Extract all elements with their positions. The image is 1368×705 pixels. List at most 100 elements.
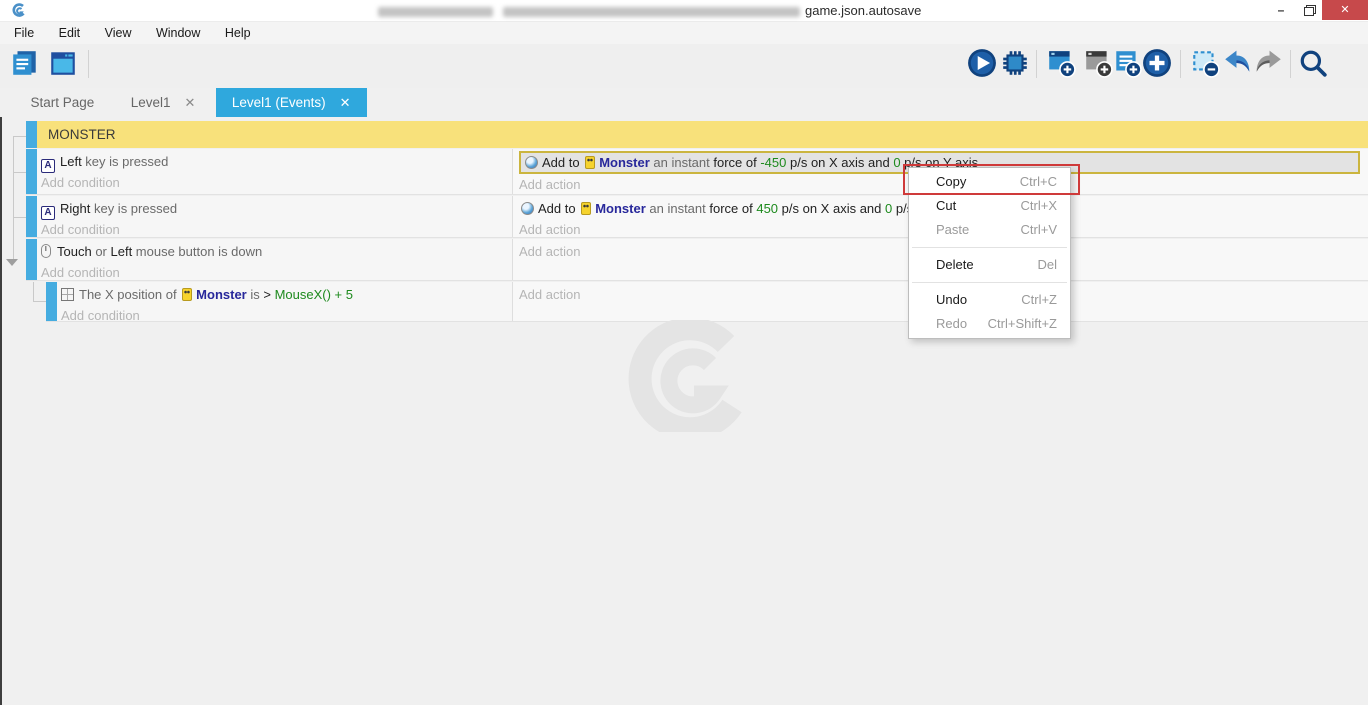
menu-item-shortcut: Ctrl+C [1020,170,1057,194]
toolbar-separator [88,50,89,78]
conditions-cell[interactable]: ALeft key is pressed Add condition [37,149,513,194]
context-menu-item-copy[interactable]: Copy Ctrl+C [909,170,1070,194]
menu-file[interactable]: File [4,22,44,44]
toolbar-separator [1180,50,1181,78]
close-tab-icon[interactable]: ✕ [185,95,196,110]
condition-text[interactable]: Touch or Left mouse button is down [57,244,262,259]
menu-window[interactable]: Window [146,22,210,44]
add-condition-link[interactable]: Add condition [61,306,512,326]
scene-editor-icon[interactable] [48,48,78,78]
context-menu: Copy Ctrl+C Cut Ctrl+X Paste Ctrl+V Dele… [908,167,1071,339]
position-icon [61,288,74,301]
context-menu-item-redo[interactable]: Redo Ctrl+Shift+Z [909,312,1070,336]
redo-icon[interactable] [1254,48,1284,78]
collapse-arrow-icon[interactable] [6,259,18,266]
action-text[interactable]: Add to Monster an instant force of 450 p… [538,201,970,216]
menu-edit[interactable]: Edit [49,22,91,44]
monster-thumbnail-icon [182,288,192,301]
tab-label: Start Page [30,95,94,110]
tab-bar: Start Page Level1 ✕ Level1 (Events) ✕ [0,88,1368,117]
tab-level1[interactable]: Level1 ✕ [115,88,212,117]
menu-item-label: Copy [936,170,966,194]
add-event-icon[interactable] [1046,48,1076,78]
menu-item-shortcut: Ctrl+V [1021,218,1057,242]
tab-level1-events[interactable]: Level1 (Events) ✕ [216,88,367,117]
subevent-row[interactable]: The X position of Monster is > MouseX() … [46,282,1368,322]
monster-thumbnail-icon [585,156,595,169]
comment-row[interactable]: MONSTER [26,121,1368,148]
conditions-cell[interactable]: The X position of Monster is > MouseX() … [57,282,513,321]
force-icon [525,156,538,169]
condition-text[interactable]: Left key is pressed [60,154,168,169]
add-condition-link[interactable]: Add condition [41,173,512,193]
context-menu-item-cut[interactable]: Cut Ctrl+X [909,194,1070,218]
condition-text[interactable]: The X position of Monster is > MouseX() … [79,287,353,302]
gdevelop-logo-icon [10,3,28,18]
event-row[interactable]: ALeft key is pressed Add condition Add t… [26,149,1368,195]
menu-view[interactable]: View [95,22,142,44]
event-handle-bar[interactable] [26,196,37,237]
condition-text[interactable]: Right key is pressed [60,201,177,216]
force-icon [521,202,534,215]
add-comment-icon[interactable] [1112,48,1142,78]
close-button[interactable]: ✕ [1322,0,1368,20]
menu-item-label: Undo [936,288,967,312]
tab-label: Level1 [131,95,171,110]
minimize-button[interactable]: – [1268,0,1294,20]
subevent-tree-line [33,282,34,301]
subevent-tree-line [33,301,46,302]
event-tree-line [13,217,26,218]
close-tab-icon[interactable]: ✕ [340,95,351,110]
menu-help[interactable]: Help [215,22,261,44]
event-row[interactable]: Touch or Left mouse button is down Add c… [26,239,1368,281]
menu-bar: File Edit View Window Help [0,22,1368,44]
event-handle-bar[interactable] [26,239,37,280]
event-tree-line [13,136,14,263]
title-bar: game.json.autosave – ✕ [0,0,1368,22]
monster-thumbnail-icon [581,202,591,215]
undo-icon[interactable] [1222,48,1252,78]
menu-item-label: Cut [936,194,956,218]
search-icon[interactable] [1298,48,1328,78]
event-handle-bar[interactable] [26,149,37,194]
preview-play-icon[interactable] [967,48,997,78]
restore-icon [1304,5,1314,14]
project-manager-icon[interactable] [10,48,40,78]
tab-start-page[interactable]: Start Page [14,88,110,117]
mouse-icon [41,244,51,258]
menu-item-label: Delete [936,253,974,277]
add-more-icon[interactable] [1142,48,1172,78]
window-title: game.json.autosave [805,3,921,18]
event-row[interactable]: A Right key is pressed Add condition Add … [26,196,1368,238]
add-condition-link[interactable]: Add condition [41,220,512,240]
add-condition-link[interactable]: Add condition [41,263,512,283]
keyboard-key-icon: A [41,206,55,220]
event-handle-bar[interactable] [46,282,57,321]
conditions-cell[interactable]: Touch or Left mouse button is down Add c… [37,239,513,280]
panel-left-border [0,22,2,705]
menu-item-shortcut: Del [1037,253,1057,277]
context-menu-item-paste[interactable]: Paste Ctrl+V [909,218,1070,242]
clear-selection-icon[interactable] [1190,48,1220,78]
menu-item-label: Paste [936,218,969,242]
add-subevent-icon[interactable] [1083,48,1113,78]
redacted-path-segment [378,7,493,17]
event-handle-bar[interactable] [26,121,37,148]
menu-item-shortcut: Ctrl+X [1021,194,1057,218]
context-menu-item-delete[interactable]: Delete Del [909,253,1070,277]
event-tree-line [13,172,26,173]
debugger-icon[interactable] [1000,48,1030,78]
menu-separator [912,282,1067,283]
toolbar-separator [1036,50,1037,78]
tab-label: Level1 (Events) [232,95,326,110]
context-menu-item-undo[interactable]: Undo Ctrl+Z [909,288,1070,312]
gdevelop-watermark-logo [608,320,763,437]
comment-text: MONSTER [48,121,116,148]
menu-separator [912,247,1067,248]
menu-item-shortcut: Ctrl+Z [1021,288,1057,312]
toolbar-separator [1290,50,1291,78]
menu-item-shortcut: Ctrl+Shift+Z [988,312,1057,336]
restore-button[interactable] [1296,0,1322,20]
redacted-path-segment [503,7,800,17]
conditions-cell[interactable]: A Right key is pressed Add condition [37,196,513,237]
